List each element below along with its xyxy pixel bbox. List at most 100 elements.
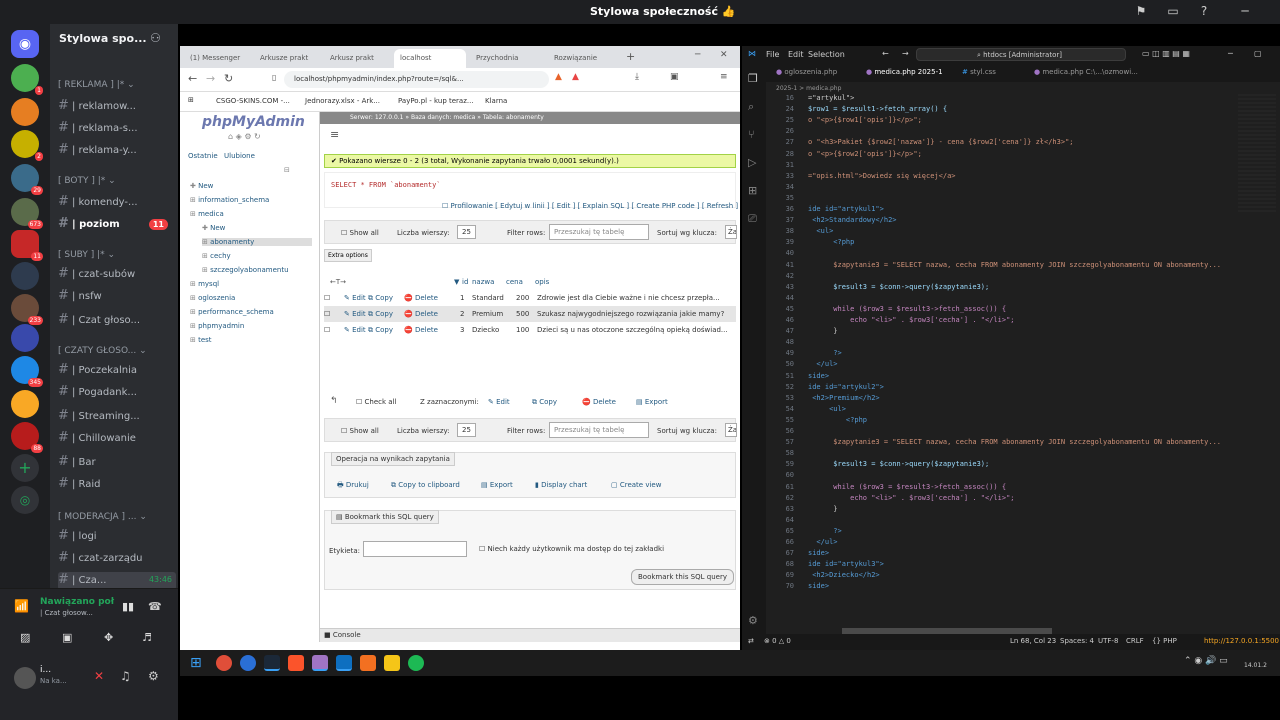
- row-copy-button[interactable]: ⧉ Copy: [368, 326, 393, 335]
- channel-item[interactable]: # | nsfw: [58, 288, 176, 306]
- download-icon[interactable]: ⤓: [635, 72, 639, 82]
- settings-gear-icon[interactable]: ⚙: [148, 669, 159, 683]
- channel-item[interactable]: # | Czat głoso...: [58, 312, 176, 330]
- code-line[interactable]: ="opis.html">Dowiedz się więcej</a>: [808, 172, 956, 180]
- minimap[interactable]: [1238, 94, 1276, 214]
- code-line[interactable]: side>: [808, 372, 829, 380]
- camera-off-icon[interactable]: ▨: [20, 631, 30, 644]
- browser-tab[interactable]: Arkusze prakt: [254, 49, 320, 68]
- db-tree-item[interactable]: ⊞ mysql: [190, 280, 219, 288]
- row-copy-button[interactable]: ⧉ Copy: [368, 310, 393, 319]
- create-view-button[interactable]: ▢ Create view: [611, 481, 661, 489]
- code-line[interactable]: echo "<li>" . $row3['cecha'] . "</li>";: [808, 494, 1014, 502]
- code-line[interactable]: $zapytanie3 = "SELECT nazwa, cecha FROM …: [808, 438, 1221, 446]
- bookmark-button[interactable]: Bookmark this SQL query: [631, 569, 734, 585]
- browser-tab[interactable]: (1) Messenger: [184, 49, 250, 68]
- collapse-icon[interactable]: ⊟: [284, 166, 290, 174]
- layout-icons[interactable]: ▭ ◫ ▥ ▤ ▦: [1142, 49, 1190, 58]
- pin-icon[interactable]: ⚑: [1134, 4, 1148, 18]
- server-icon[interactable]: 2: [11, 130, 43, 161]
- remote-status-icon[interactable]: ⇄: [748, 637, 754, 645]
- apps-icon[interactable]: ⊞: [188, 96, 194, 104]
- menu-file[interactable]: File: [766, 50, 779, 59]
- channel-item[interactable]: # | logi: [58, 528, 176, 546]
- live-server-status[interactable]: http://127.0.0.1:5500: [1204, 637, 1279, 645]
- db-tree-item[interactable]: ⊞ phpmyadmin: [190, 322, 244, 330]
- tray-icons[interactable]: ⌃ ◉ 🔊 ▭: [1184, 656, 1228, 666]
- code-line[interactable]: ide id="artykul1">: [808, 205, 884, 213]
- allow-checkbox[interactable]: ☐ Niech każdy użytkownik ma dostęp do te…: [479, 545, 664, 553]
- disconnect-icon[interactable]: ☎: [148, 600, 162, 613]
- forward-icon[interactable]: →: [902, 49, 909, 58]
- source-control-icon[interactable]: ⑂: [748, 128, 755, 141]
- channel-item[interactable]: # | Streaming...: [58, 408, 176, 426]
- filter-input[interactable]: Przeszukaj tę tabelę: [549, 422, 649, 438]
- db-tree-item[interactable]: ⊞ medica: [190, 210, 224, 218]
- code-line[interactable]: echo "<li>" . $row3['cecha'] . "</li>";: [808, 316, 1014, 324]
- channel-category[interactable]: [ REKLAMA ] |* ⌄: [58, 80, 135, 90]
- code-line[interactable]: $result3 = $conn->query($zapytanie3);: [808, 460, 989, 468]
- code-line[interactable]: <h2>Standardowy</h2>: [808, 216, 896, 224]
- help-icon[interactable]: ?: [1197, 4, 1211, 18]
- minimize-icon[interactable]: ─: [1228, 49, 1233, 58]
- table-row[interactable]: ☐ ✎ Edit ⧉ Copy ⛔ Delete 3 Dziecko 100 Dzieci s…: [324, 322, 736, 338]
- edge-icon[interactable]: [240, 655, 256, 671]
- bookmark-link[interactable]: Klarna: [485, 97, 507, 105]
- bulk-edit-button[interactable]: ✎ Edit: [488, 398, 510, 406]
- activity-icon[interactable]: ✥: [104, 631, 113, 644]
- language-status[interactable]: {} PHP: [1152, 637, 1177, 645]
- vscode-icon[interactable]: [336, 655, 352, 671]
- code-line[interactable]: ="artykul">: [808, 94, 854, 102]
- bookmark-link[interactable]: CSGO-SKINS.COM -...: [216, 97, 290, 105]
- explorer-icon[interactable]: ❐: [748, 72, 758, 85]
- chrome-icon[interactable]: [216, 655, 232, 671]
- export-button[interactable]: ▤ Export: [481, 481, 513, 489]
- row-edit-button[interactable]: ✎ Edit: [344, 310, 366, 318]
- db-tree-item[interactable]: ⊞ test: [190, 336, 212, 344]
- voice-channel[interactable]: | Czat głosow...: [40, 609, 93, 617]
- code-line[interactable]: o "<h3>Pakiet {$row2['nazwa']} - cena {$…: [808, 138, 1074, 146]
- screen-share-icon[interactable]: ▣: [62, 631, 72, 644]
- code-line[interactable]: while ($row3 = $result3->fetch_assoc()) …: [808, 483, 1006, 491]
- code-line[interactable]: o "<p>{$row1['opis']}</p>";: [808, 116, 922, 124]
- menu-icon[interactable]: ≡: [720, 72, 728, 82]
- windows-start-icon[interactable]: ⊞: [190, 655, 206, 671]
- editor-tab[interactable]: ● ogloszenia.php: [776, 68, 837, 76]
- code-line[interactable]: </ul>: [808, 538, 837, 546]
- close-icon[interactable]: ✕: [720, 50, 728, 60]
- code-line[interactable]: $result3 = $conn->query($zapytanie3);: [808, 283, 989, 291]
- pma-nav-icons[interactable]: ⌂ ◈ ⚙ ↻: [228, 132, 261, 141]
- db-tree-item[interactable]: ⊞ cechy: [202, 252, 231, 260]
- channel-category[interactable]: [ BOTY ] |* ⌄: [58, 176, 116, 186]
- run-debug-icon[interactable]: ▷: [748, 156, 756, 169]
- server-icon[interactable]: [11, 98, 39, 126]
- code-line[interactable]: <ul>: [808, 227, 833, 235]
- back-icon[interactable]: ←: [882, 49, 889, 58]
- server-icon[interactable]: 1: [11, 64, 43, 95]
- inbox-icon[interactable]: ▭: [1166, 4, 1180, 18]
- browser-tab[interactable]: Przychodnia: [470, 49, 544, 68]
- forward-icon[interactable]: →: [206, 72, 215, 85]
- code-line[interactable]: while ($row3 = $result3->fetch_assoc()) …: [808, 305, 1006, 313]
- db-tree-item[interactable]: ⊞ szczegolyabonamentu: [202, 266, 289, 274]
- rows-select[interactable]: 25: [457, 423, 476, 437]
- server-icon[interactable]: 673: [11, 198, 43, 229]
- table-row[interactable]: ☐ ✎ Edit ⧉ Copy ⛔ Delete 1 Standard 200 Zdrowie…: [324, 290, 736, 306]
- server-icon[interactable]: 233: [11, 294, 43, 325]
- bookmark-icon[interactable]: ▯: [272, 73, 276, 82]
- code-line[interactable]: ide id="artykul2">: [808, 383, 884, 391]
- taskbar-date[interactable]: 14.01.2: [1244, 662, 1267, 669]
- code-line[interactable]: }: [808, 505, 837, 513]
- code-line[interactable]: <?php: [808, 238, 854, 246]
- extensions-icon[interactable]: ⊞: [748, 184, 757, 197]
- column-arrows[interactable]: ←T→: [330, 278, 346, 286]
- code-line[interactable]: $zapytanie3 = "SELECT nazwa, cecha FROM …: [808, 261, 1221, 269]
- menu-selection[interactable]: Selection: [808, 50, 845, 59]
- editor-breadcrumb[interactable]: 2025-1 > medica.php: [776, 85, 841, 92]
- eol-status[interactable]: CRLF: [1126, 637, 1144, 645]
- show-all-checkbox[interactable]: ☐ Show all: [341, 427, 379, 435]
- channel-item[interactable]: # | czat-zarządu: [58, 550, 176, 568]
- db-tree-item[interactable]: ⊞ abonamenty: [202, 238, 312, 246]
- column-header[interactable]: nazwa: [472, 278, 494, 286]
- brave-icon[interactable]: [288, 655, 304, 671]
